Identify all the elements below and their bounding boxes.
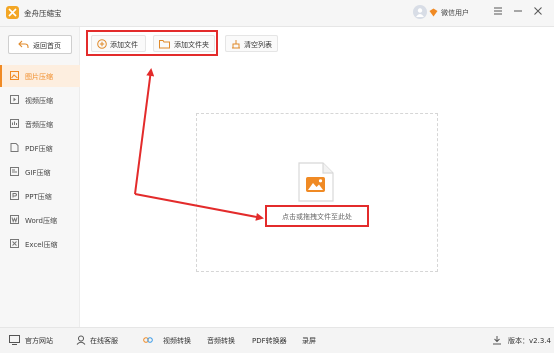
download-icon [493,336,501,345]
website-link[interactable]: 官方网站 [25,336,53,346]
annotation-arrows [134,68,264,221]
status-bar: 官方网站 在线客服 视频转换 音频转换 PDF转换器 录屏 版本：v2.3.4 [0,327,554,353]
arrow-right [134,193,264,221]
screen-record-link[interactable]: 录屏 [302,336,316,346]
audio-convert-link[interactable]: 音频转换 [207,336,235,346]
support-link[interactable]: 在线客服 [90,336,118,346]
pdf-convert-link[interactable]: PDF转换器 [252,336,287,346]
version-label: 版本：v2.3.4 [508,337,551,345]
video-convert-icon [143,337,153,343]
website-icon [9,335,20,345]
video-convert-link[interactable]: 视频转换 [163,336,191,346]
arrow-up [134,68,155,195]
support-icon [76,335,86,345]
